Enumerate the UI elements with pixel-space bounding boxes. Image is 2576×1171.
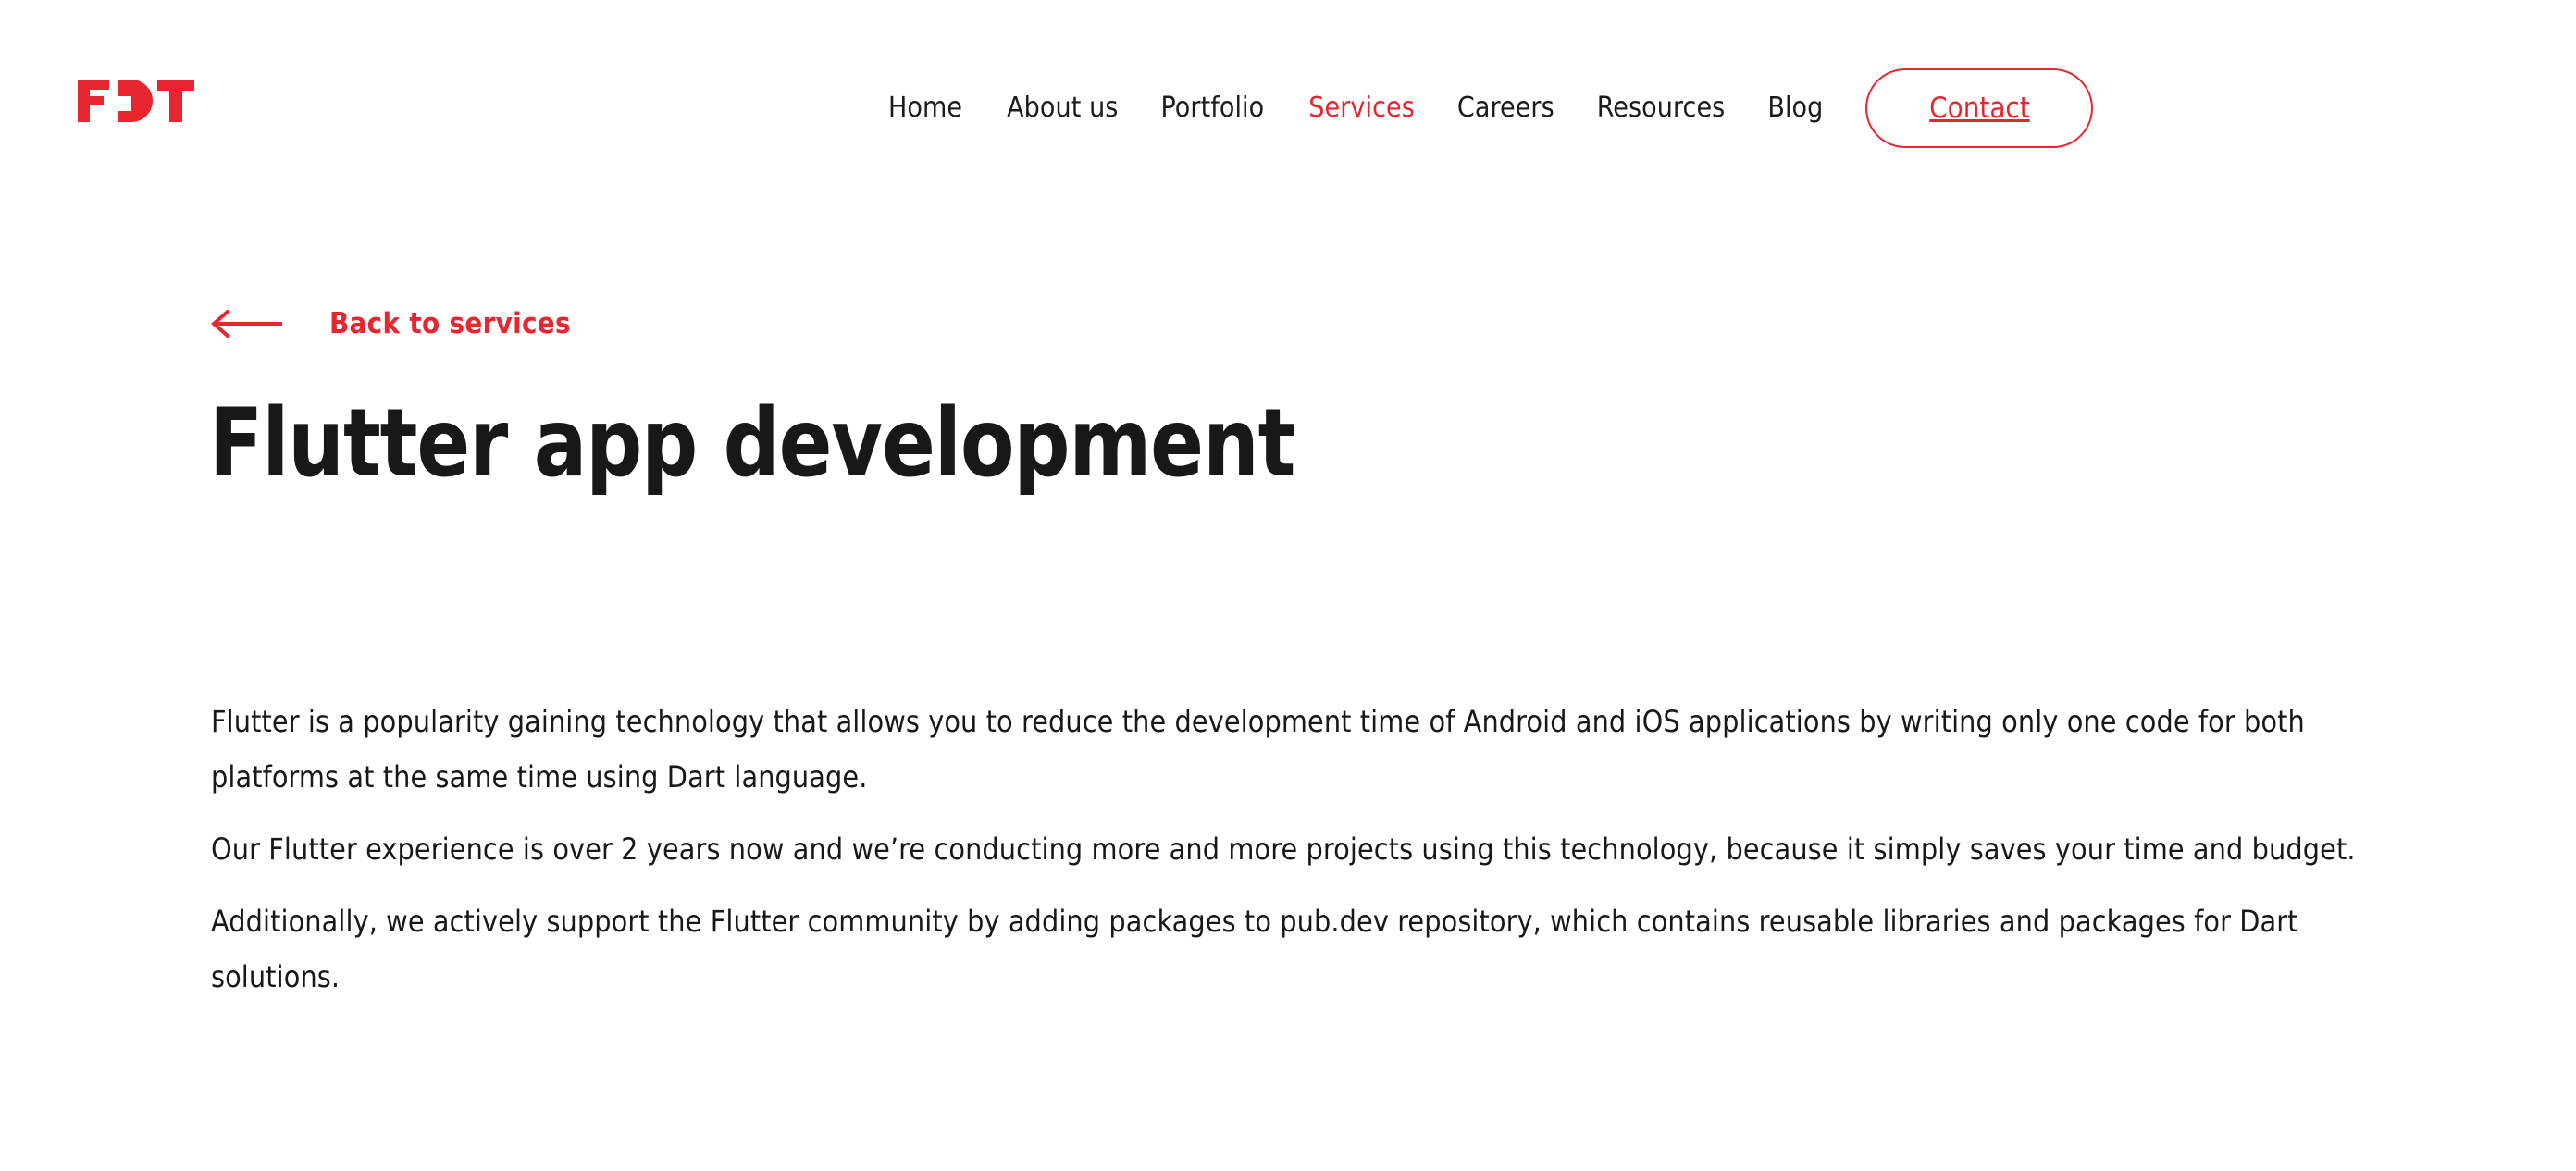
nav-item-about-us[interactable]: About us [1007,85,1118,131]
back-to-services-label: Back to services [329,307,571,340]
arrow-left-icon [211,310,282,338]
contact-button[interactable]: Contact [1865,68,2094,148]
nav-item-careers[interactable]: Careers [1457,85,1554,131]
logo-icon [78,80,194,122]
service-description: Flutter is a popularity gaining technolo… [211,694,2404,1005]
primary-navigation: Home About us Portfolio Services Careers… [888,68,2545,148]
back-to-services-link[interactable]: Back to services [211,307,571,340]
paragraph: Additionally, we actively support the Fl… [211,904,2298,994]
site-header: Home About us Portfolio Services Careers… [0,0,2576,196]
logo-fdt[interactable] [78,80,194,122]
paragraph: Flutter is a popularity gaining technolo… [211,704,2305,795]
nav-item-blog[interactable]: Blog [1767,85,1823,131]
page-title: Flutter app development [209,388,1295,499]
nav-item-services[interactable]: Services [1308,85,1415,131]
page-root: Home About us Portfolio Services Careers… [0,0,2576,1171]
nav-item-portfolio[interactable]: Portfolio [1160,85,1264,131]
nav-item-home[interactable]: Home [888,85,962,131]
nav-item-resources[interactable]: Resources [1597,85,1726,131]
paragraph: Our Flutter experience is over 2 years n… [211,832,2356,867]
